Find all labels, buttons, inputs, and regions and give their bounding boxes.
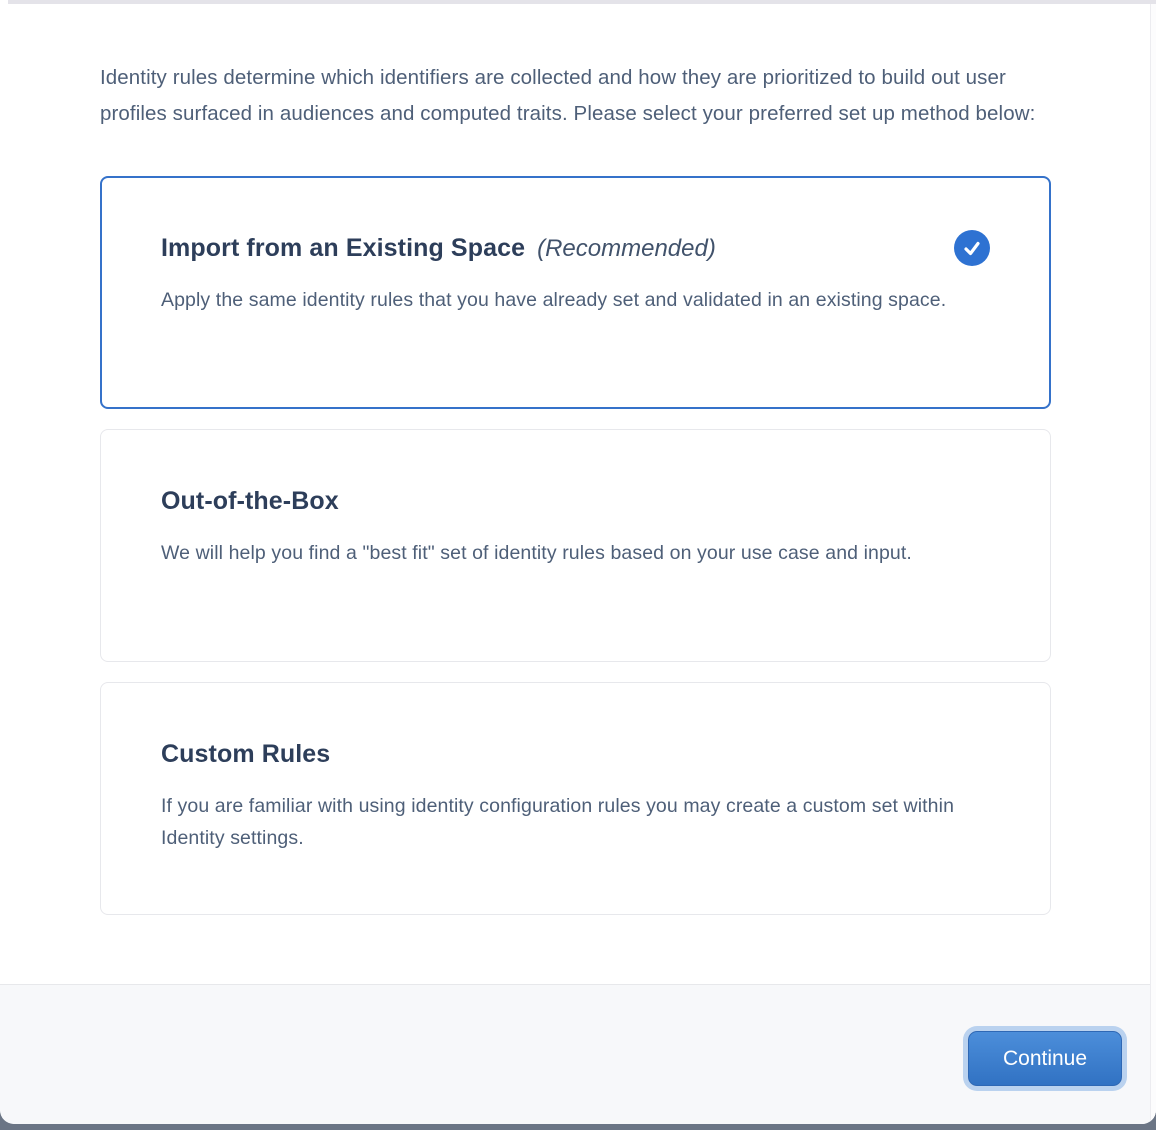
option-card-header: Out-of-the-Box (161, 483, 990, 519)
option-description: Apply the same identity rules that you h… (161, 284, 990, 316)
option-card-header: Import from an Existing Space (Recommend… (161, 230, 990, 266)
option-card-import-existing-space[interactable]: Import from an Existing Space (Recommend… (100, 176, 1051, 409)
option-title-row: Custom Rules (161, 740, 330, 769)
option-card-header: Custom Rules (161, 736, 990, 772)
identity-rules-setup-modal: Identity rules determine which identifie… (0, 0, 1156, 1124)
option-description: We will help you find a "best fit" set o… (161, 537, 990, 569)
continue-button[interactable]: Continue (968, 1031, 1122, 1086)
option-title-row: Out-of-the-Box (161, 487, 339, 516)
option-card-out-of-the-box[interactable]: Out-of-the-Box We will help you find a "… (100, 429, 1051, 662)
option-description: If you are familiar with using identity … (161, 790, 990, 854)
option-title: Custom Rules (161, 740, 330, 769)
setup-method-options: Import from an Existing Space (Recommend… (100, 176, 1051, 915)
option-card-custom-rules[interactable]: Custom Rules If you are familiar with us… (100, 682, 1051, 915)
recommended-badge: (Recommended) (537, 235, 716, 263)
header-divider (8, 0, 1156, 4)
scrollbar-track[interactable] (1150, 4, 1156, 1124)
intro-text: Identity rules determine which identifie… (100, 60, 1040, 132)
option-title: Import from an Existing Space (161, 234, 525, 263)
modal-footer: Continue (0, 984, 1156, 1124)
selected-check-icon (954, 230, 990, 266)
option-title-row: Import from an Existing Space (Recommend… (161, 234, 716, 263)
option-title: Out-of-the-Box (161, 487, 339, 516)
